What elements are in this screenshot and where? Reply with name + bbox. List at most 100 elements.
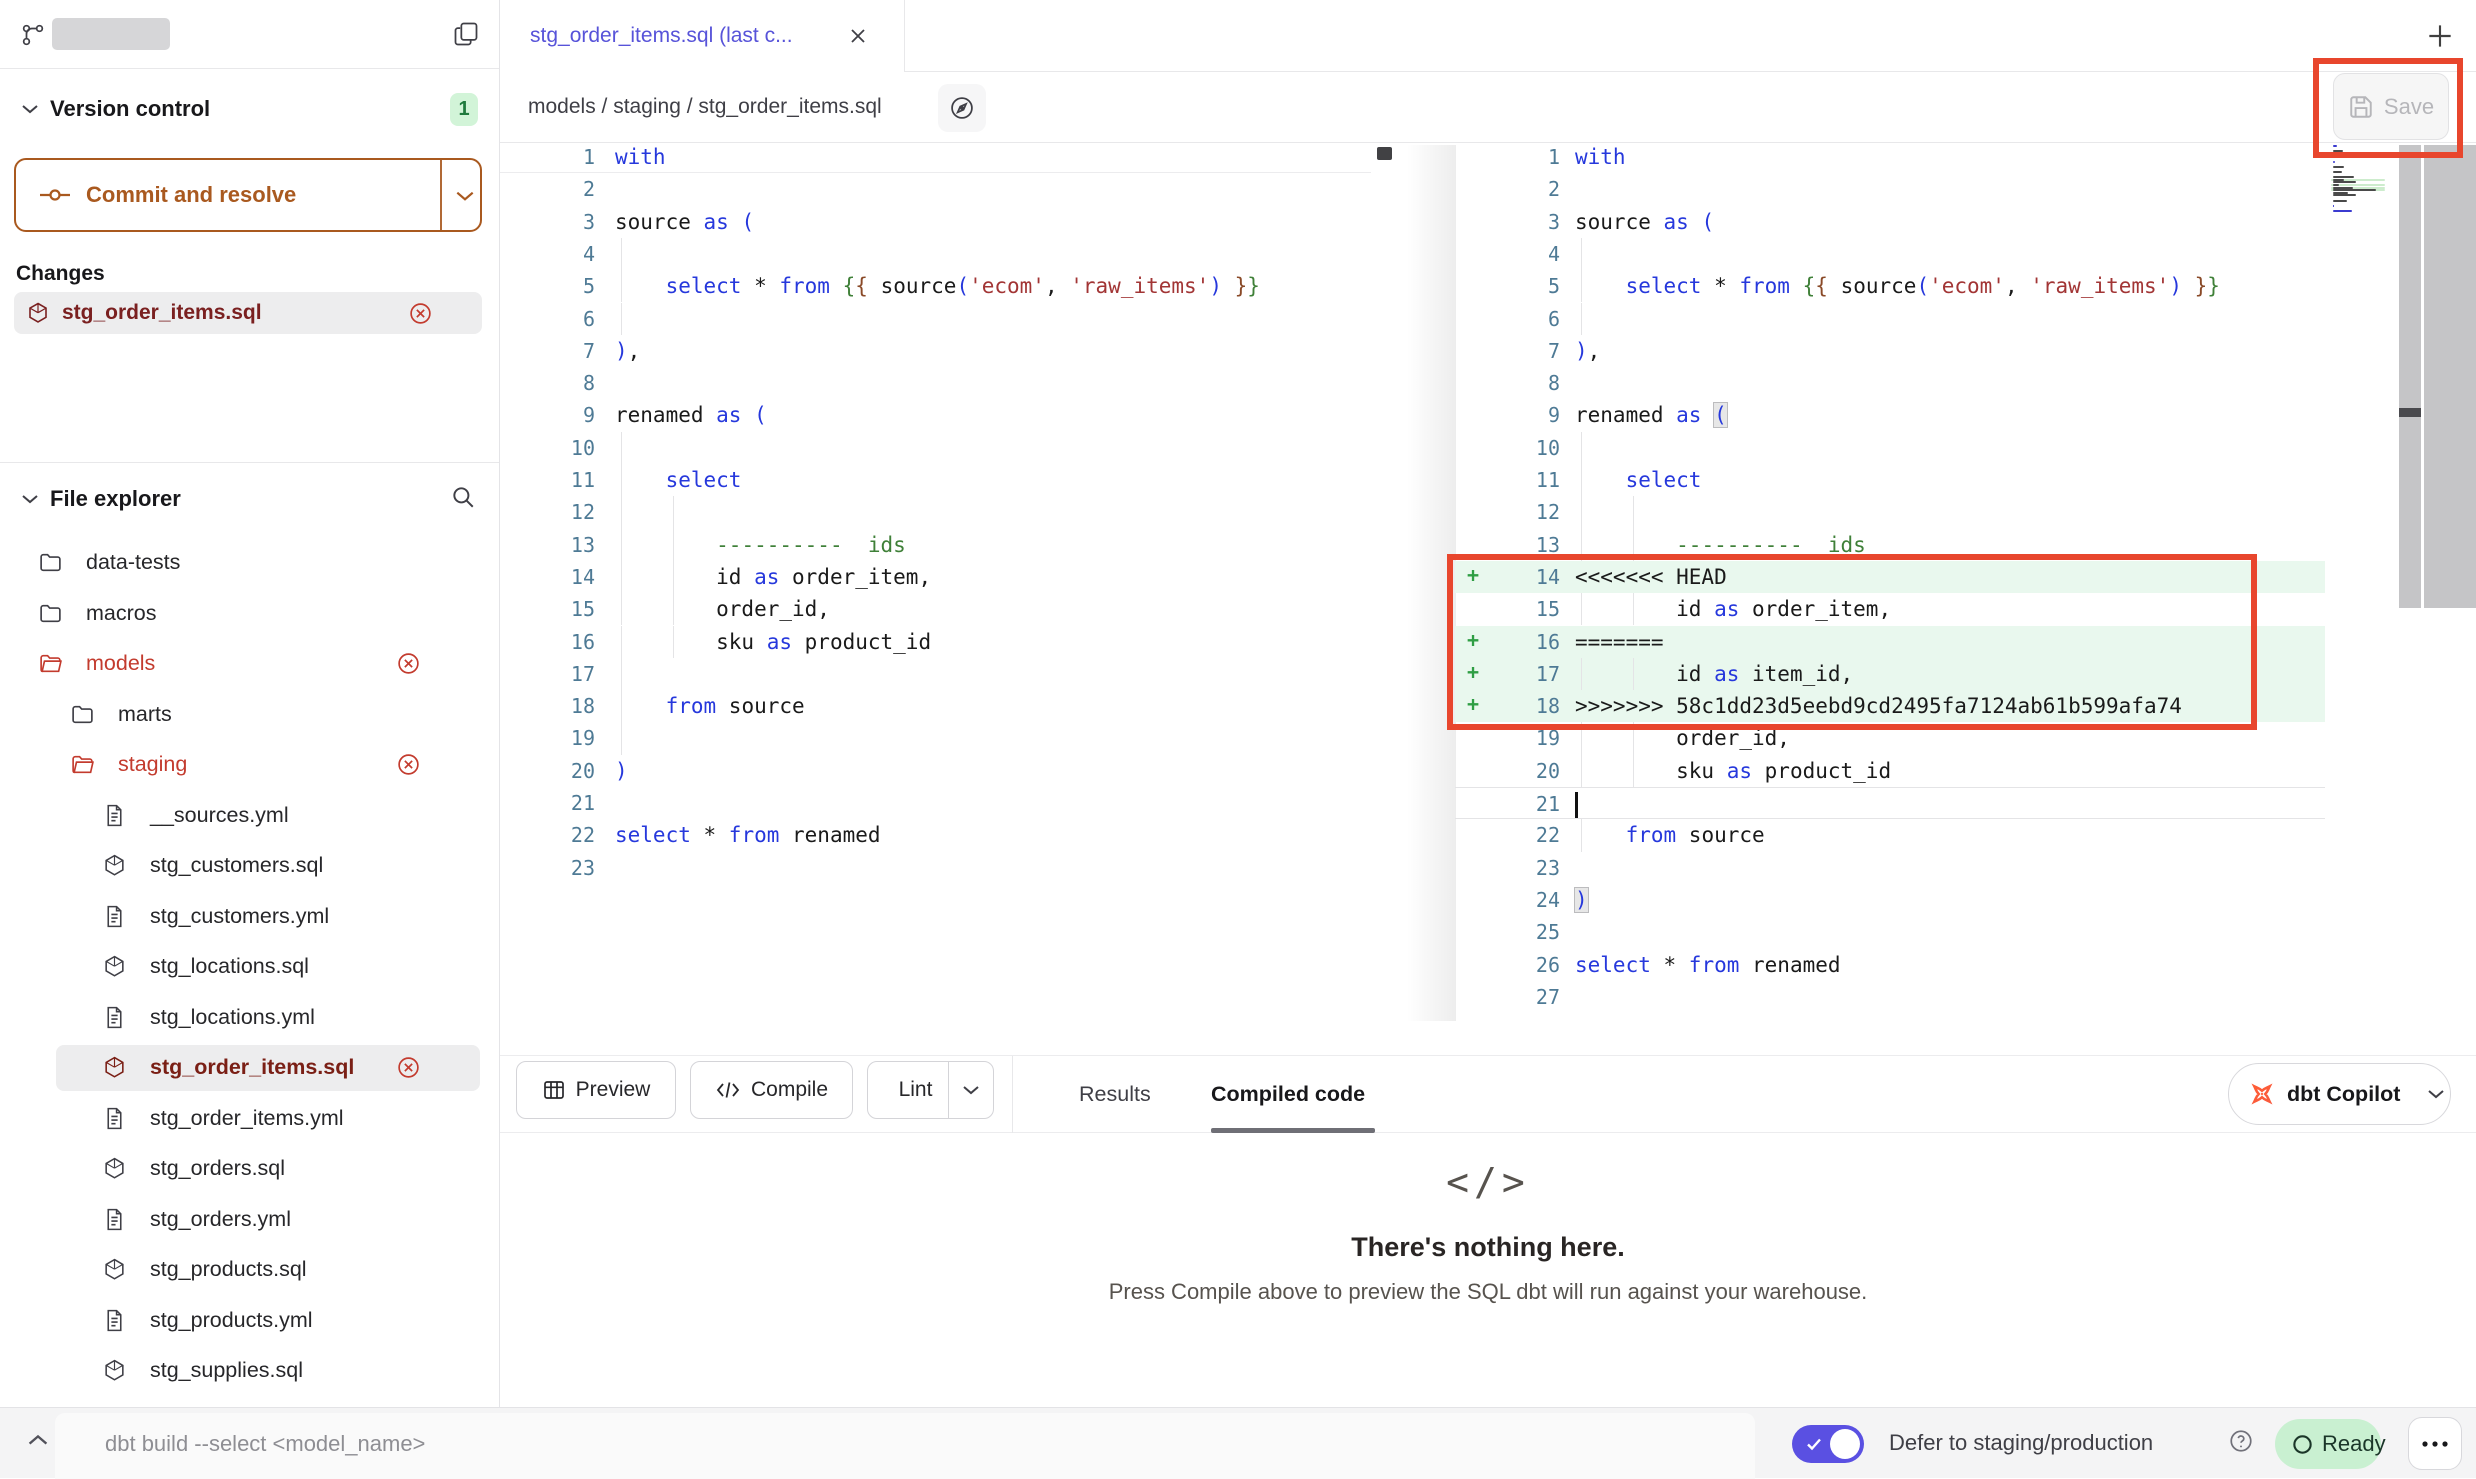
file-item-stg-orders-sql[interactable]: stg_orders.sql <box>0 1146 500 1192</box>
code-line-3: 3source as ( <box>1455 206 2325 238</box>
copy-files-icon[interactable] <box>452 20 480 48</box>
changes-label: Changes <box>16 262 105 286</box>
file-item-marts[interactable]: marts <box>0 692 500 738</box>
file-item-stg-supplies-sql[interactable]: stg_supplies.sql <box>0 1348 500 1394</box>
file-item-label: stg_customers.yml <box>150 904 329 929</box>
file-item-models[interactable]: models <box>0 641 500 687</box>
line-number: 8 <box>1455 367 1560 399</box>
close-icon[interactable] <box>848 26 868 46</box>
removed-badge-icon[interactable] <box>396 1055 421 1080</box>
new-tab-plus-icon[interactable] <box>2424 20 2456 52</box>
model-cube-icon <box>26 301 50 325</box>
code-line-2: 2 <box>1455 173 2325 205</box>
status-bar: dbt build --select <model_name> Defer to… <box>0 1407 2476 1478</box>
discard-change-icon[interactable] <box>408 301 433 326</box>
line-number: 22 <box>1455 819 1560 851</box>
line-number: 18 <box>500 690 595 722</box>
line-number: 11 <box>1455 464 1560 496</box>
git-branch-icon <box>20 22 46 48</box>
code-line-8: 8 <box>1455 367 2325 399</box>
file-item-stg-locations-yml[interactable]: stg_locations.yml <box>0 995 500 1041</box>
code-line-23: 23 <box>500 852 1371 884</box>
tab-compiled-code[interactable]: Compiled code <box>1211 1056 1365 1133</box>
model-icon <box>102 954 127 979</box>
code-line-24: 24) <box>1455 884 2325 916</box>
table-grid-icon <box>542 1078 566 1102</box>
chevron-down-icon[interactable] <box>20 492 40 506</box>
file-item-label: stg_customers.sql <box>150 853 323 878</box>
line-number: 2 <box>500 173 595 205</box>
line-number: 23 <box>500 852 595 884</box>
line-number: 6 <box>500 303 595 335</box>
dbt-copilot-label: dbt Copilot <box>2287 1082 2400 1107</box>
changed-file-row[interactable]: stg_order_items.sql <box>14 292 482 334</box>
line-number: 7 <box>500 335 595 367</box>
tab-stg-order-items[interactable]: stg_order_items.sql (last c... <box>500 0 905 72</box>
line-number: 9 <box>500 399 595 431</box>
folder-icon <box>70 702 95 727</box>
code-line-19: 19 <box>500 722 1371 754</box>
line-number: 5 <box>1455 270 1560 302</box>
file-item-stg-orders-yml[interactable]: stg_orders.yml <box>0 1197 500 1243</box>
check-icon <box>1804 1434 1824 1454</box>
file-item-stg-order-items-yml[interactable]: stg_order_items.yml <box>0 1096 500 1142</box>
breadcrumb: models / staging / stg_order_items.sql <box>528 95 882 119</box>
preview-button[interactable]: Preview <box>516 1061 676 1119</box>
help-question-icon[interactable] <box>2228 1428 2254 1454</box>
line-number: 16 <box>1455 626 1560 658</box>
file-item-stg-locations-sql[interactable]: stg_locations.sql <box>0 944 500 990</box>
file-item-stg-order-items-sql[interactable]: stg_order_items.sql <box>0 1045 500 1091</box>
code-line-2: 2 <box>500 173 1371 205</box>
defer-toggle[interactable] <box>1792 1425 1864 1463</box>
tab-label: stg_order_items.sql (last c... <box>530 24 793 48</box>
file-item-stg-products-yml[interactable]: stg_products.yml <box>0 1298 500 1344</box>
line-number: 7 <box>1455 335 1560 367</box>
doc-icon <box>102 1106 127 1131</box>
file-item-staging[interactable]: staging <box>0 742 500 788</box>
dbt-copilot-button[interactable]: dbt Copilot <box>2228 1063 2451 1125</box>
status-badge-ready: Ready <box>2275 1419 2381 1469</box>
code-line-16: 16 sku as product_id <box>500 626 1371 658</box>
file-item-label: stg_order_items.sql <box>150 1055 354 1080</box>
code-line-1: 1with <box>500 141 1371 173</box>
left-editor-scrollbar-thumb[interactable] <box>1377 147 1392 160</box>
lint-dropdown-chevron-icon[interactable] <box>961 1083 981 1097</box>
minimap-scrollbar[interactable] <box>2424 145 2476 608</box>
search-icon[interactable] <box>450 484 476 510</box>
command-input[interactable]: dbt build --select <model_name> <box>55 1413 1755 1479</box>
lineage-compass-button[interactable] <box>938 84 986 132</box>
commit-and-resolve-button[interactable]: Commit and resolve <box>14 158 482 232</box>
status-circle-icon <box>2291 1433 2314 1456</box>
file-item-macros[interactable]: macros <box>0 591 500 637</box>
file-item--sources-yml[interactable]: __sources.yml <box>0 793 500 839</box>
tab-results[interactable]: Results <box>1079 1056 1151 1133</box>
removed-badge-icon[interactable] <box>396 752 421 777</box>
chevron-down-icon[interactable] <box>20 102 40 116</box>
line-number: 25 <box>1455 916 1560 948</box>
file-item-stg-customers-yml[interactable]: stg_customers.yml <box>0 894 500 940</box>
file-item-stg-products-sql[interactable]: stg_products.sql <box>0 1247 500 1293</box>
lint-button[interactable]: Lint <box>867 1061 994 1119</box>
floppy-save-icon <box>2348 94 2374 120</box>
save-button-label: Save <box>2384 94 2434 120</box>
file-item-stg-customers-sql[interactable]: stg_customers.sql <box>0 843 500 889</box>
more-options-button[interactable] <box>2408 1417 2462 1470</box>
breadcrumb-bar: models / staging / stg_order_items.sql <box>500 72 2476 143</box>
code-editor-original[interactable]: 1with23source as (45 select * from {{ so… <box>500 141 1371 1021</box>
editor-scrollbar-thumb[interactable] <box>2399 408 2421 417</box>
line-number: 21 <box>500 787 595 819</box>
commit-dropdown-chevron-icon[interactable] <box>454 188 476 204</box>
code-editor-current[interactable]: 1with23source as (45 select * from {{ so… <box>1455 141 2325 1021</box>
compile-button[interactable]: Compile <box>690 1061 853 1119</box>
code-line-26: 26select * from renamed <box>1455 949 2325 981</box>
file-item-data-tests[interactable]: data-tests <box>0 540 500 586</box>
save-button[interactable]: Save <box>2333 73 2449 140</box>
code-line-17: +17 id as item_id, <box>1455 658 2325 690</box>
removed-badge-icon[interactable] <box>396 651 421 676</box>
chevron-up-icon[interactable] <box>26 1432 50 1448</box>
folder-icon <box>38 601 63 626</box>
editor-scrollbar-track[interactable] <box>2399 145 2421 608</box>
editor-minimap[interactable] <box>2331 145 2387 225</box>
code-icon <box>715 1079 741 1101</box>
model-icon <box>102 1257 127 1282</box>
